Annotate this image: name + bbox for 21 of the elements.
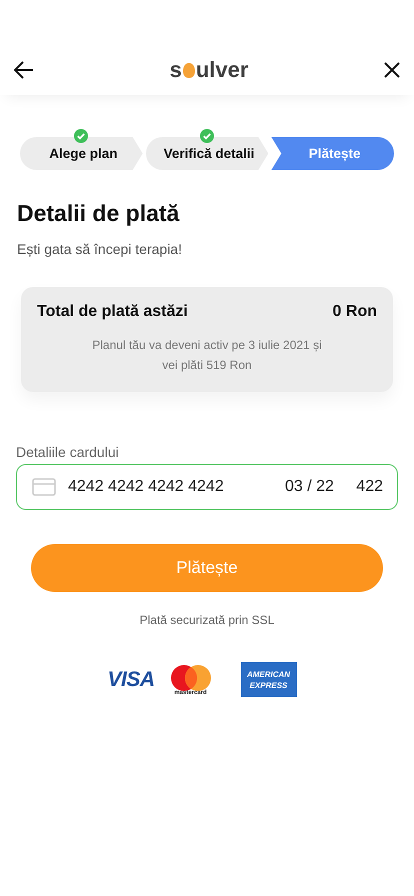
visa-logo: VISA (107, 668, 154, 692)
plan-note: Planul tău va deveni activ pe 3 iulie 2021 și vei plăti 519 Ron (91, 337, 323, 374)
card-icon (32, 478, 56, 496)
amex-logo: AMERICAN EXPRESS (240, 662, 296, 697)
close-icon[interactable] (384, 62, 400, 78)
step-tab[interactable]: Alege plan (20, 137, 143, 170)
total-label: Total de plată astăzi (37, 303, 188, 321)
total-amount: 0 Ron (332, 303, 377, 321)
expiry-input[interactable]: 03 / 22 (285, 478, 341, 496)
cvc-input[interactable]: 422 (351, 478, 383, 496)
logo-text: ulver (196, 57, 248, 83)
back-icon[interactable] (14, 61, 34, 79)
step-tab[interactable]: Verifică detalii (146, 137, 268, 170)
logo-text: s (170, 57, 182, 83)
secure-note: Plată securizată prin SSL (138, 613, 276, 627)
field-label: Detaliile cardului (16, 444, 120, 460)
card-input-field[interactable]: 4242 4242 4242 4242 03 / 22 422 (16, 464, 398, 510)
page-title: Detalii de plată (17, 200, 180, 227)
card-number-input[interactable]: 4242 4242 4242 4242 (68, 478, 285, 496)
logo-blob-icon (182, 62, 196, 78)
subtitle: Ești gata să începi terapia! (17, 241, 183, 257)
